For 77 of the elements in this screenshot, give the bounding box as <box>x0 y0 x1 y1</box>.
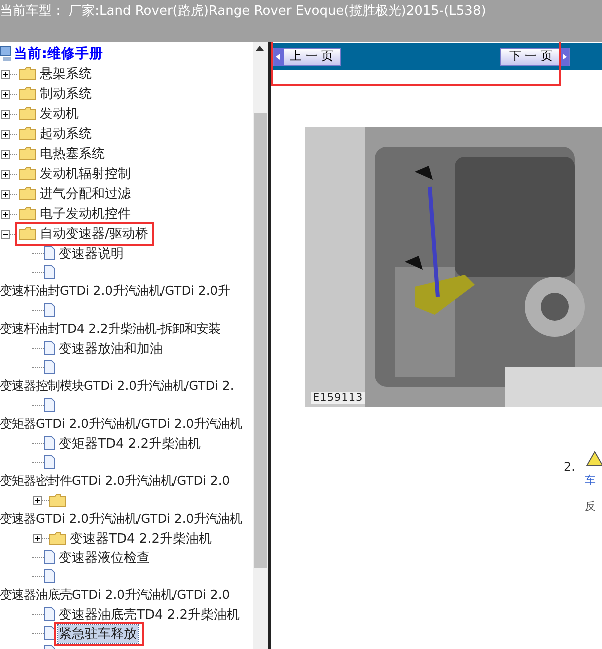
expand-icon[interactable] <box>1 130 10 138</box>
tree-item[interactable]: 变速器说明 <box>58 244 125 262</box>
document-icon <box>44 360 56 375</box>
expand-icon[interactable] <box>33 496 42 505</box>
folder-icon <box>19 227 37 241</box>
tree-item[interactable]: 变速器TD4 2.2升柴油机 <box>69 530 214 548</box>
tree-folder[interactable]: 发动机辐射控制 <box>17 164 135 184</box>
document-icon <box>44 246 56 261</box>
expand-icon[interactable] <box>1 110 10 118</box>
previous-page-button[interactable]: 上 一 页 <box>273 48 341 66</box>
tree-item[interactable]: 变速器油底壳TD4 2.2升柴油机 <box>58 606 242 624</box>
expand-icon[interactable] <box>1 150 10 158</box>
tree-item[interactable]: 进气分配和过滤 <box>40 185 131 203</box>
tree-folder[interactable]: 悬架系统 <box>17 64 96 84</box>
arrow-left-icon <box>274 48 284 66</box>
expand-icon[interactable] <box>1 70 10 78</box>
tree-item[interactable]: 起动系统 <box>40 125 92 143</box>
tree-folder[interactable]: 起动系统 <box>17 124 96 144</box>
expand-icon[interactable] <box>1 190 10 198</box>
tree-item[interactable]: 电子发动机控件 <box>40 205 131 223</box>
tree-item[interactable]: 变速器放油和加油 <box>58 340 164 358</box>
window-title: 当前车型： 厂家:Land Rover(路虎)Range Rover Evoque(揽胜极光)2015-(L538) <box>0 4 486 19</box>
scrollbar[interactable] <box>253 42 268 649</box>
computer-icon <box>0 46 14 62</box>
folder-icon <box>49 494 67 508</box>
document-icon <box>44 265 56 280</box>
expand-icon[interactable] <box>1 170 10 178</box>
tree-item[interactable]: 变速器控制模块GTDi 2.0升汽油机/GTDi 2. <box>0 378 234 395</box>
figure-label: E159113 <box>311 392 366 404</box>
step-number: 2. <box>564 460 576 474</box>
tree-item[interactable]: 变矩器TD4 2.2升柴油机 <box>58 434 202 452</box>
folder-icon <box>19 87 37 101</box>
document-icon <box>44 341 56 356</box>
warning-icon <box>586 451 602 467</box>
folder-icon <box>19 207 37 221</box>
tree-item[interactable]: 变矩器GTDi 2.0升汽油机/GTDi 2.0升汽油机 <box>0 416 242 433</box>
tree-item[interactable]: 变速器GTDi 2.0升汽油机/GTDi 2.0升汽油机 <box>0 511 242 528</box>
tree-item[interactable]: 变速杆油封GTDi 2.0升汽油机/GTDi 2.0升 <box>0 283 230 300</box>
tree-item[interactable]: 自动变速器/驱动桥 <box>40 225 148 243</box>
tree-item[interactable]: 变速器液位检查 <box>58 548 151 566</box>
document-icon <box>44 436 56 451</box>
tree-folder[interactable]: 电子发动机控件 <box>17 204 135 224</box>
folder-icon <box>19 167 37 181</box>
folder-icon <box>19 67 37 81</box>
tree-folder[interactable]: 电热塞系统 <box>17 144 109 164</box>
folder-icon <box>19 187 37 201</box>
document-icon <box>44 303 56 318</box>
step-link[interactable]: 车 <box>585 473 596 488</box>
tree-item[interactable]: 发动机 <box>40 105 79 123</box>
folder-icon <box>19 127 37 141</box>
tree-item[interactable]: 制动系统 <box>40 85 92 103</box>
next-page-button[interactable]: 下 一 页 <box>500 48 570 66</box>
tree-item[interactable]: 变速杆油封TD4 2.2升柴油机-拆卸和安装 <box>0 321 221 338</box>
document-icon <box>44 569 56 584</box>
tree-item[interactable]: 电热塞系统 <box>40 145 105 163</box>
document-icon <box>44 607 56 622</box>
tree-item[interactable]: 悬架系统 <box>40 65 92 83</box>
expand-icon[interactable] <box>33 534 42 543</box>
document-icon <box>44 455 56 470</box>
collapse-icon[interactable] <box>1 230 10 238</box>
step-text: 反 <box>585 499 596 514</box>
document-icon <box>44 550 56 565</box>
tree-item[interactable]: 变矩器密封件GTDi 2.0升汽油机/GTDi 2.0 <box>0 473 230 490</box>
expand-icon[interactable] <box>1 90 10 98</box>
expand-icon[interactable] <box>1 210 10 218</box>
folder-icon <box>19 107 37 121</box>
tree-item[interactable]: 紧急驻车释放 <box>58 624 138 642</box>
tree-folder[interactable]: 制动系统 <box>17 84 96 104</box>
folder-icon <box>19 147 37 161</box>
tree-root[interactable]: 当前:维修手册 <box>14 45 104 63</box>
tree-item[interactable]: 发动机辐射控制 <box>40 165 131 183</box>
tree-folder[interactable]: 进气分配和过滤 <box>17 184 135 204</box>
tree-folder[interactable]: 发动机 <box>17 104 83 124</box>
document-icon <box>44 398 56 413</box>
document-icon <box>44 626 56 641</box>
tree-item[interactable]: 变速器油底壳GTDi 2.0升汽油机/GTDi 2.0 <box>0 587 230 604</box>
folder-icon <box>49 532 67 546</box>
